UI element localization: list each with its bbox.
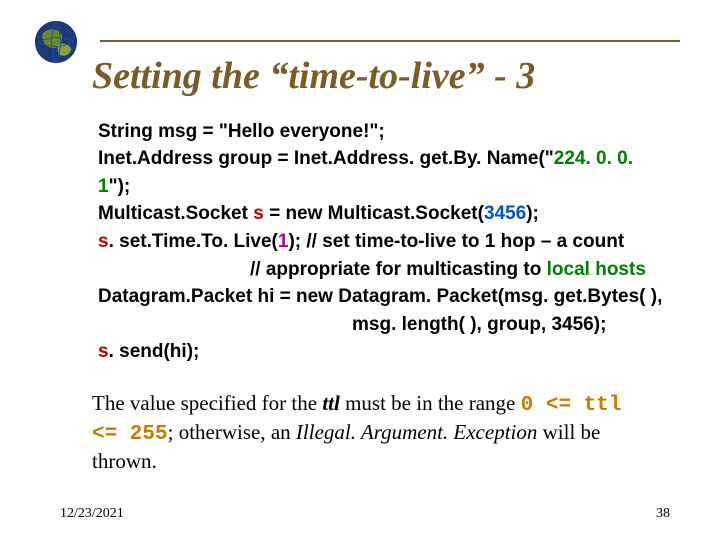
code-text: Inet.Address group = Inet.Address. get.B… xyxy=(98,148,554,169)
code-text: Multicast.Socket xyxy=(98,203,253,224)
local-hosts-text: local hosts xyxy=(547,259,646,280)
code-line: String msg = "Hello everyone!"; xyxy=(92,118,666,146)
ttl-word: ttl xyxy=(322,391,340,415)
code-block: String msg = "Hello everyone!"; Inet.Add… xyxy=(92,118,666,366)
explanatory-paragraph: The value specified for the ttl must be … xyxy=(92,390,644,476)
footer-date: 12/23/2021 xyxy=(60,506,124,522)
title-rule xyxy=(100,40,680,42)
exception-name: Illegal. Argument. Exception xyxy=(296,420,537,444)
code-line: s. send(hi); xyxy=(92,338,666,366)
slide: Setting the “time-to-live” - 3 String ms… xyxy=(0,0,720,540)
para-text: must be in the range xyxy=(340,391,521,415)
globe-icon xyxy=(34,20,78,64)
code-line: msg. length( ), group, 3456); xyxy=(92,311,666,339)
footer-page-number: 38 xyxy=(656,506,670,522)
socket-var: s xyxy=(98,341,109,362)
code-line: s. set.Time.To. Live(1); // set time-to-… xyxy=(92,228,666,256)
code-text: // appropriate for multicasting to xyxy=(250,259,547,280)
socket-var: s xyxy=(253,203,264,224)
code-text: = new Multicast.Socket( xyxy=(264,203,484,224)
para-text: ; otherwise, an xyxy=(168,420,296,444)
slide-title: Setting the “time-to-live” - 3 xyxy=(92,56,676,98)
code-text: "); xyxy=(109,176,131,197)
code-line: // appropriate for multicasting to local… xyxy=(92,256,666,284)
code-line: Datagram.Packet hi = new Datagram. Packe… xyxy=(92,283,666,311)
code-text: . send(hi); xyxy=(109,341,200,362)
code-text: . set.Time.To. Live( xyxy=(109,231,278,252)
port-literal: 3456 xyxy=(484,203,526,224)
code-line: Multicast.Socket s = new Multicast.Socke… xyxy=(92,200,666,228)
para-text: The value specified for the xyxy=(92,391,322,415)
socket-var: s xyxy=(98,231,109,252)
code-text: ); // set time-to-live to 1 hop – a coun… xyxy=(288,231,624,252)
code-line: Inet.Address group = Inet.Address. get.B… xyxy=(92,145,666,200)
code-text: ); xyxy=(526,203,539,224)
ttl-literal: 1 xyxy=(278,231,289,252)
